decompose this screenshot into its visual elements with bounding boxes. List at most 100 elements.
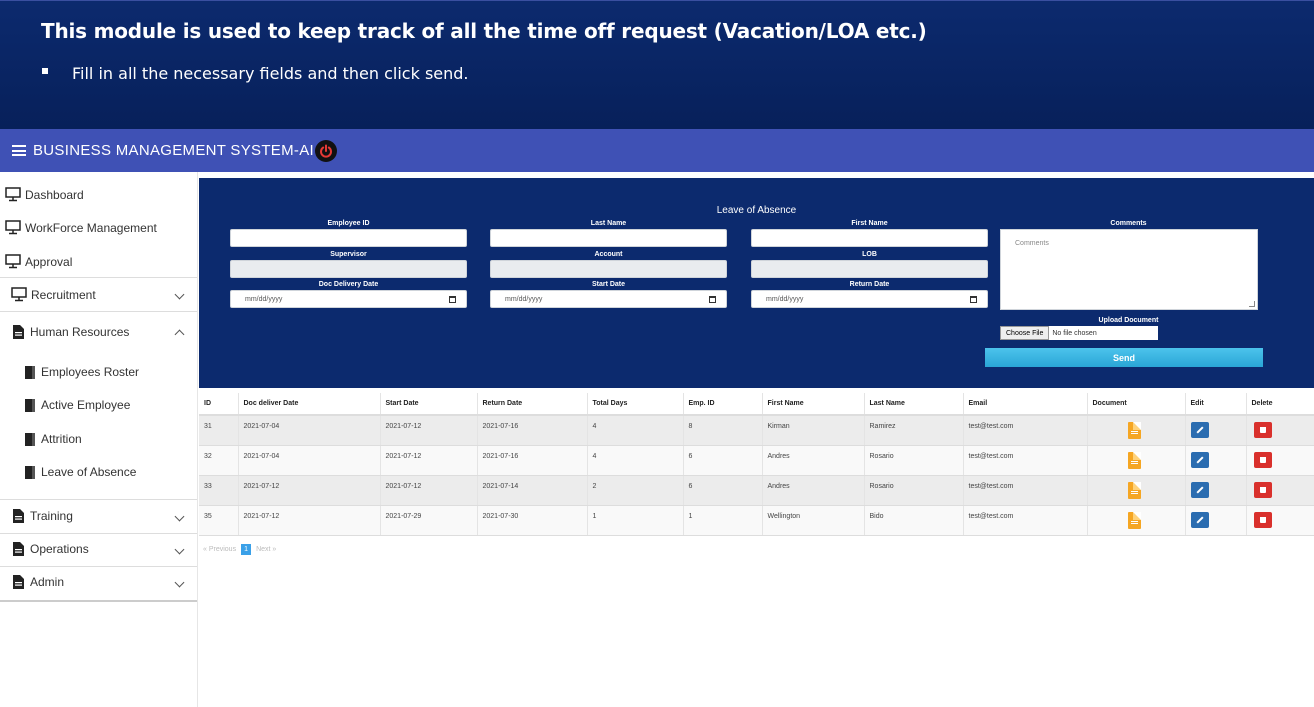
table-cell: 2021-07-04 <box>238 415 381 446</box>
employee-id-field[interactable] <box>230 229 467 247</box>
table-cell: 2021-07-12 <box>380 445 478 476</box>
last-name-field[interactable] <box>490 229 727 247</box>
edit-cell <box>1185 415 1247 446</box>
document-icon <box>13 542 24 556</box>
sidebar-item-leave-of-absence[interactable]: Leave of Absence <box>25 465 222 479</box>
edit-button[interactable] <box>1190 511 1209 528</box>
column-header[interactable]: Doc deliver Date <box>238 393 381 416</box>
table-cell: test@test.com <box>963 505 1088 536</box>
monitor-icon <box>11 287 27 302</box>
document-icon[interactable] <box>1127 511 1141 529</box>
comments-textarea[interactable]: Comments <box>1000 229 1258 310</box>
column-header[interactable]: Delete <box>1246 393 1314 416</box>
sidebar-item-training[interactable]: Training <box>13 509 210 523</box>
comments-label: Comments <box>1110 220 1147 227</box>
resize-handle-icon[interactable] <box>1249 301 1255 307</box>
previous-link[interactable]: « Previous <box>203 546 236 553</box>
sidebar-item-recruitment[interactable]: Recruitment <box>11 287 208 302</box>
table-cell: Bido <box>864 505 964 536</box>
calendar-icon[interactable] <box>970 296 977 303</box>
delete-button[interactable] <box>1253 451 1272 468</box>
document-icon[interactable] <box>1127 451 1141 469</box>
monitor-icon <box>5 220 21 235</box>
start-date-field[interactable]: mm/dd/yyyy <box>490 290 727 308</box>
column-header[interactable]: First Name <box>762 393 865 416</box>
leave-table: ID Doc deliver Date Start Date Return Da… <box>199 393 1314 536</box>
send-button[interactable]: Send <box>985 348 1263 367</box>
doc-delivery-date-field[interactable]: mm/dd/yyyy <box>230 290 467 308</box>
sidebar-item-attrition[interactable]: Attrition <box>25 432 222 446</box>
document-cell <box>1087 445 1186 476</box>
sidebar-item-label: WorkForce Management <box>25 220 157 235</box>
table-cell: 2021-07-16 <box>477 445 588 476</box>
return-date-field[interactable]: mm/dd/yyyy <box>751 290 988 308</box>
return-date-label: Return Date <box>849 281 890 288</box>
chevron-down-icon <box>174 577 185 588</box>
sidebar-item-active-employee[interactable]: Active Employee <box>25 398 222 412</box>
column-header[interactable]: ID <box>199 393 239 416</box>
column-header[interactable]: Email <box>963 393 1088 416</box>
sidebar-item-human-resources[interactable]: Human Resources <box>13 325 210 340</box>
document-icon[interactable] <box>1127 422 1141 439</box>
sidebar: Dashboard WorkForce Management Approval … <box>0 172 198 707</box>
calendar-icon[interactable] <box>709 296 716 303</box>
sidebar-item-label: Human Resources <box>30 325 130 339</box>
table-cell: Rosario <box>864 475 964 506</box>
table-cell: Wellington <box>762 505 865 536</box>
table-cell: 4 <box>587 445 684 476</box>
instruction-banner: This module is used to keep track of all… <box>0 0 1314 129</box>
power-icon[interactable] <box>314 139 337 162</box>
date-placeholder: mm/dd/yyyy <box>505 295 543 303</box>
column-header[interactable]: Document <box>1087 393 1186 416</box>
delete-button[interactable] <box>1253 422 1272 438</box>
supervisor-field <box>230 260 467 278</box>
column-header[interactable]: Edit <box>1185 393 1247 416</box>
first-name-label: First Name <box>851 220 888 227</box>
sidebar-item-label: Training <box>30 509 73 523</box>
edit-button[interactable] <box>1190 422 1209 438</box>
column-header[interactable]: Return Date <box>477 393 588 416</box>
column-header[interactable]: Last Name <box>864 393 964 416</box>
edit-button[interactable] <box>1190 451 1209 468</box>
column-header[interactable]: Emp. ID <box>683 393 763 416</box>
chevron-down-icon <box>174 289 185 300</box>
chevron-up-icon <box>174 329 185 340</box>
delete-button[interactable] <box>1253 481 1272 498</box>
edit-cell <box>1185 475 1247 506</box>
sidebar-item-label: Admin <box>30 575 65 589</box>
column-header[interactable]: Start Date <box>380 393 478 416</box>
sidebar-item-approval[interactable]: Approval <box>5 254 202 269</box>
form-title: Leave of Absence <box>716 205 797 216</box>
delete-cell <box>1246 505 1314 536</box>
sidebar-item-operations[interactable]: Operations <box>13 542 210 556</box>
sidebar-item-workforce[interactable]: WorkForce Management <box>5 220 202 235</box>
sidebar-item-employees-roster[interactable]: Employees Roster <box>25 365 222 379</box>
app-bar: BUSINESS MANAGEMENT SYSTEM-AI <box>0 129 1314 172</box>
book-icon <box>25 398 35 412</box>
sidebar-item-dashboard[interactable]: Dashboard <box>5 187 202 202</box>
divider <box>0 277 197 278</box>
banner-title: This module is used to keep track of all… <box>41 19 927 43</box>
next-link[interactable]: Next » <box>256 546 276 553</box>
table-cell: 32 <box>199 445 239 476</box>
sidebar-item-label: Approval <box>25 254 73 269</box>
first-name-field[interactable] <box>751 229 988 247</box>
choose-file-button[interactable]: Choose File <box>1000 326 1050 340</box>
page-1-button[interactable]: 1 <box>241 544 252 555</box>
document-icon[interactable] <box>1127 481 1141 499</box>
calendar-icon[interactable] <box>449 296 456 303</box>
account-field <box>490 260 727 278</box>
table-cell: 2021-07-04 <box>238 445 381 476</box>
hamburger-icon[interactable] <box>12 145 26 156</box>
delete-button[interactable] <box>1253 511 1272 528</box>
divider <box>0 311 197 312</box>
app-title: BUSINESS MANAGEMENT SYSTEM-AI <box>33 142 314 159</box>
edit-button[interactable] <box>1190 481 1209 498</box>
column-header[interactable]: Total Days <box>587 393 684 416</box>
delete-cell <box>1246 415 1314 446</box>
file-input[interactable]: Choose File No file chosen <box>1000 326 1158 340</box>
sidebar-item-admin[interactable]: Admin <box>13 575 210 589</box>
date-placeholder: mm/dd/yyyy <box>766 295 804 303</box>
table-cell: Ramirez <box>864 415 964 446</box>
monitor-icon <box>5 254 21 269</box>
